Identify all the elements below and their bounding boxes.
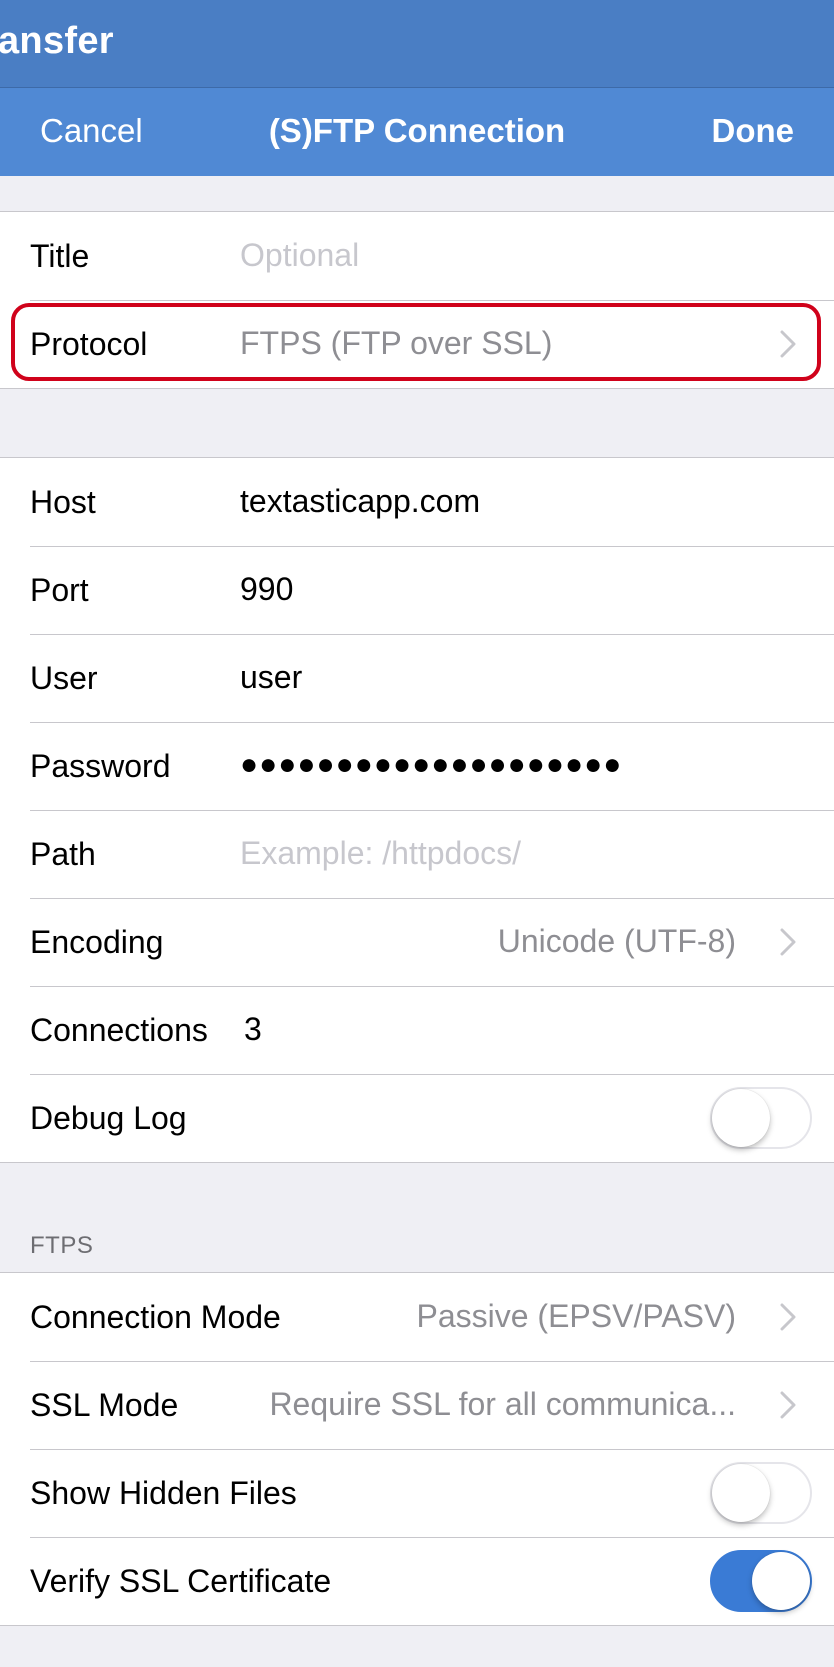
connections-row[interactable]: Connections 3 bbox=[0, 986, 834, 1074]
show-hidden-files-toggle[interactable] bbox=[710, 1462, 812, 1524]
debug-log-row: Debug Log bbox=[0, 1074, 834, 1162]
app-title: ansfer bbox=[0, 20, 114, 62]
chevron-right-icon bbox=[780, 1391, 796, 1419]
navigation-bar: (S)FTP Connection Cancel Done bbox=[0, 88, 834, 176]
user-label: User bbox=[30, 660, 98, 696]
debug-log-label: Debug Log bbox=[30, 1100, 187, 1136]
port-label: Port bbox=[30, 572, 89, 608]
path-label: Path bbox=[30, 836, 96, 872]
connections-label: Connections bbox=[30, 1012, 208, 1048]
port-row[interactable]: Port 990 bbox=[0, 546, 834, 634]
encoding-row[interactable]: Encoding Unicode (UTF-8) bbox=[0, 898, 834, 986]
general-group: Title Optional Protocol FTPS (FTP over S… bbox=[0, 211, 834, 389]
password-row[interactable]: Password ●●●●●●●●●●●●●●●●●●●● bbox=[0, 722, 834, 810]
verify-ssl-label: Verify SSL Certificate bbox=[30, 1563, 332, 1599]
protocol-value: FTPS (FTP over SSL) bbox=[240, 325, 553, 361]
title-row[interactable]: Title Optional bbox=[0, 212, 834, 300]
title-label: Title bbox=[30, 238, 90, 274]
host-label: Host bbox=[30, 484, 96, 520]
show-hidden-files-row: Show Hidden Files bbox=[0, 1449, 834, 1537]
path-row[interactable]: Path Example: /httpdocs/ bbox=[0, 810, 834, 898]
password-label: Password bbox=[30, 748, 171, 784]
host-input[interactable]: textasticapp.com bbox=[240, 458, 480, 544]
verify-ssl-row: Verify SSL Certificate bbox=[0, 1537, 834, 1625]
debug-log-toggle[interactable] bbox=[710, 1087, 812, 1149]
encoding-value: Unicode (UTF-8) bbox=[497, 923, 736, 959]
toggle-knob bbox=[712, 1089, 770, 1147]
chevron-right-icon bbox=[780, 928, 796, 956]
connection-mode-label: Connection Mode bbox=[30, 1299, 281, 1335]
host-row[interactable]: Host textasticapp.com bbox=[0, 458, 834, 546]
title-input[interactable]: Optional bbox=[240, 212, 359, 298]
encoding-label: Encoding bbox=[30, 924, 164, 960]
show-hidden-files-label: Show Hidden Files bbox=[30, 1475, 297, 1511]
ssl-mode-value: Require SSL for all communica... bbox=[269, 1386, 736, 1422]
ftps-section-header: FTPS bbox=[30, 1232, 94, 1259]
password-input[interactable]: ●●●●●●●●●●●●●●●●●●●● bbox=[240, 722, 622, 808]
connections-input[interactable]: 3 bbox=[244, 986, 262, 1072]
protocol-row[interactable]: Protocol FTPS (FTP over SSL) bbox=[0, 300, 834, 388]
toggle-knob bbox=[752, 1552, 810, 1610]
ssl-mode-label: SSL Mode bbox=[30, 1387, 179, 1423]
chevron-right-icon bbox=[780, 330, 796, 358]
connection-mode-value: Passive (EPSV/PASV) bbox=[416, 1298, 736, 1334]
done-button[interactable]: Done bbox=[712, 112, 795, 150]
path-input[interactable]: Example: /httpdocs/ bbox=[240, 810, 521, 896]
toggle-knob bbox=[712, 1464, 770, 1522]
connection-mode-row[interactable]: Connection Mode Passive (EPSV/PASV) bbox=[0, 1273, 834, 1361]
port-input[interactable]: 990 bbox=[240, 546, 293, 632]
connection-group: Host textasticapp.com Port 990 User user… bbox=[0, 457, 834, 1163]
ssl-mode-row[interactable]: SSL Mode Require SSL for all communica..… bbox=[0, 1361, 834, 1449]
user-input[interactable]: user bbox=[240, 634, 302, 720]
app-title-bar: ansfer bbox=[0, 0, 834, 88]
chevron-right-icon bbox=[780, 1303, 796, 1331]
verify-ssl-toggle[interactable] bbox=[710, 1550, 812, 1612]
protocol-label: Protocol bbox=[30, 326, 148, 362]
user-row[interactable]: User user bbox=[0, 634, 834, 722]
cancel-button[interactable]: Cancel bbox=[40, 112, 143, 150]
ftps-group: Connection Mode Passive (EPSV/PASV) SSL … bbox=[0, 1272, 834, 1626]
